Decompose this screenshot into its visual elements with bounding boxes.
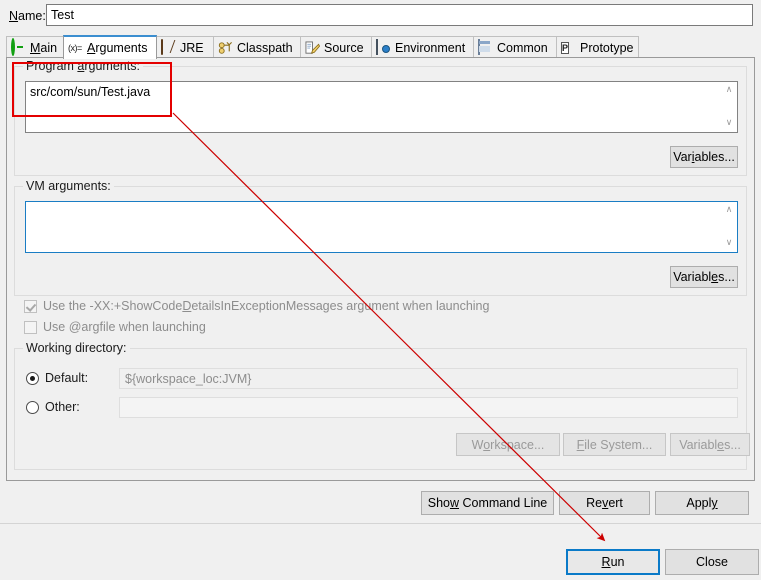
use-argfile-checkbox-row[interactable]: Use @argfile when launching [24, 320, 206, 334]
arguments-tab-panel: Program arguments: src/com/sun/Test.java… [6, 57, 755, 481]
file-system-button[interactable]: File System... [563, 433, 666, 456]
program-arguments-textarea[interactable]: src/com/sun/Test.java ∧ ∨ [25, 81, 738, 133]
name-label: Name: [9, 9, 46, 23]
tab-arguments[interactable]: (x)= Arguments [63, 35, 157, 59]
vm-arguments-variables-label: Variables... [673, 270, 735, 284]
name-label-mnemonic: N [9, 9, 19, 23]
common-table-icon [478, 38, 494, 56]
workspace-button[interactable]: Workspace... [456, 433, 560, 456]
vm-arguments-legend: VM arguments: [23, 179, 114, 193]
tab-common-label: Common [497, 40, 548, 55]
program-arguments-variables-button[interactable]: Variables... [670, 146, 738, 168]
tab-main-label: Main [30, 40, 58, 55]
prototype-p-icon: P [561, 41, 570, 54]
tab-source[interactable]: Source [300, 36, 372, 58]
program-arguments-variables-label: Variables... [673, 150, 735, 164]
environment-monitor-icon [376, 38, 392, 56]
bottom-separator [0, 523, 761, 524]
tab-environment[interactable]: Environment [371, 36, 474, 58]
tab-jre[interactable]: JRE [156, 36, 214, 58]
tab-arguments-label: Arguments [87, 41, 148, 55]
apply-button[interactable]: Apply [655, 491, 749, 515]
tab-source-label: Source [324, 40, 364, 55]
jre-books-icon [161, 38, 177, 56]
tab-common[interactable]: Common [473, 36, 557, 58]
run-button[interactable]: Run [566, 549, 660, 575]
close-label: Close [696, 555, 728, 569]
name-row: Name: [0, 0, 761, 34]
working-dir-variables-label: Variables... [679, 437, 741, 452]
tab-strip: Main (x)= Arguments JRE Classpath Source… [6, 35, 755, 59]
revert-label: Revert [586, 496, 623, 510]
working-dir-other-radio-row[interactable]: Other: [26, 400, 80, 414]
tab-main[interactable]: Main [6, 36, 64, 58]
scroll-down-icon[interactable]: ∨ [721, 115, 737, 132]
working-dir-other-radio[interactable] [26, 400, 39, 414]
use-argfile-label: Use @argfile when launching [43, 320, 206, 334]
scroll-down-icon[interactable]: ∨ [721, 235, 737, 252]
tab-classpath[interactable]: Classpath [213, 36, 301, 58]
workspace-button-label: Workspace... [471, 437, 545, 452]
working-dir-default-field: ${workspace_loc:JVM} [119, 368, 738, 389]
program-arguments-legend: Program arguments: [23, 59, 143, 73]
program-arguments-scrollbar[interactable]: ∧ ∨ [720, 82, 737, 132]
show-command-line-label: Show Command Line [427, 496, 548, 510]
name-input[interactable] [46, 4, 753, 26]
working-dir-other-label: Other: [45, 400, 80, 414]
show-code-details-label: Use the -XX:+ShowCodeDetailsInExceptionM… [43, 299, 490, 313]
vm-arguments-group: VM arguments: ∧ ∨ Variables... [14, 179, 747, 296]
arguments-variable-icon: (x)= [68, 43, 82, 53]
main-run-icon [11, 37, 27, 56]
working-dir-other-field[interactable] [119, 397, 738, 418]
source-pencil-icon [305, 40, 321, 56]
working-directory-group: Working directory: Default: ${workspace_… [14, 341, 750, 470]
program-arguments-group: Program arguments: src/com/sun/Test.java… [14, 59, 747, 176]
working-dir-variables-button[interactable]: Variables... [670, 433, 750, 456]
vm-arguments-variables-button[interactable]: Variables... [670, 266, 738, 288]
classpath-icon [218, 40, 234, 56]
revert-button[interactable]: Revert [559, 491, 650, 515]
working-dir-default-radio[interactable] [26, 371, 39, 385]
vm-arguments-textarea[interactable]: ∧ ∨ [25, 201, 738, 253]
run-label: Run [601, 555, 625, 569]
file-system-button-label: File System... [576, 437, 653, 452]
scroll-up-icon[interactable]: ∧ [721, 202, 737, 219]
tab-prototype[interactable]: P Prototype [556, 36, 639, 58]
working-dir-default-label: Default: [45, 371, 89, 385]
dialog-bottom-bar: Show Command Line Revert Apply Run Close [0, 481, 761, 580]
close-button[interactable]: Close [665, 549, 759, 575]
show-code-details-checkbox-row[interactable]: Use the -XX:+ShowCodeDetailsInExceptionM… [24, 299, 489, 313]
tab-environment-label: Environment [395, 40, 466, 55]
working-dir-default-radio-row[interactable]: Default: [26, 371, 88, 385]
tab-prototype-label: Prototype [580, 40, 634, 55]
use-argfile-checkbox[interactable] [24, 320, 37, 334]
tab-classpath-label: Classpath [237, 40, 293, 55]
vm-arguments-scrollbar[interactable]: ∧ ∨ [720, 202, 737, 252]
tab-jre-label: JRE [180, 40, 204, 55]
apply-label: Apply [686, 496, 718, 510]
show-code-details-checkbox[interactable] [24, 299, 37, 313]
working-directory-legend: Working directory: [23, 341, 130, 355]
run-configuration-dialog: Name: Main (x)= Arguments JRE [0, 0, 761, 580]
show-command-line-button[interactable]: Show Command Line [421, 491, 554, 515]
program-arguments-value: src/com/sun/Test.java [30, 85, 151, 99]
scroll-up-icon[interactable]: ∧ [721, 82, 737, 99]
